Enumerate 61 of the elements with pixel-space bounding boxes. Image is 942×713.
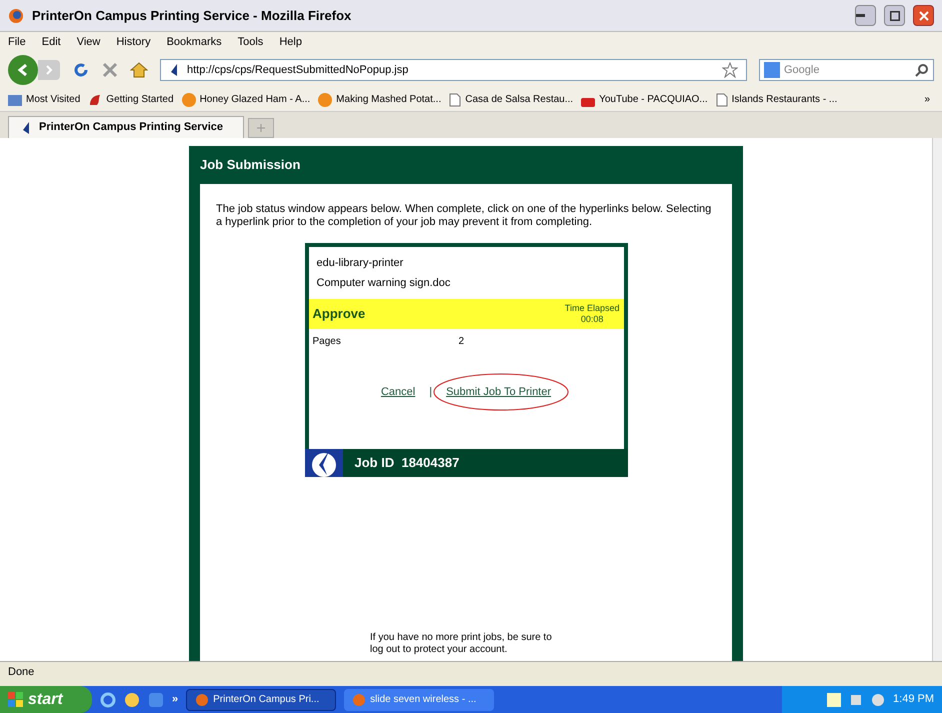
taskbar-button[interactable]: slide seven wireless - ... bbox=[344, 688, 494, 710]
menu-item[interactable]: View bbox=[76, 34, 100, 50]
menu-item[interactable]: History bbox=[116, 34, 151, 50]
menu-item[interactable]: Tools bbox=[238, 34, 264, 50]
search-field[interactable]: Google bbox=[784, 62, 911, 78]
stop-icon[interactable] bbox=[102, 62, 118, 78]
printer-name: edu-library-printer bbox=[316, 256, 404, 271]
bookmark-item[interactable]: YouTube - PACQUIAO... bbox=[581, 92, 708, 107]
pages-value: 2 bbox=[458, 335, 464, 349]
more-bookmarks-button[interactable]: » bbox=[924, 92, 930, 107]
home-icon[interactable] bbox=[130, 62, 148, 78]
instructions-text: The job status window appears below. When complete, click on one of the hyperlinks below. Selecting a hyperlink prior to the completion of your job may prevent it from completing. bbox=[216, 203, 712, 229]
elapsed-label: Time Elapsed bbox=[564, 303, 620, 314]
minimize-button[interactable] bbox=[855, 5, 876, 26]
menu-item[interactable]: Edit bbox=[42, 34, 61, 50]
circle-icon bbox=[182, 92, 196, 106]
search-box[interactable]: Google bbox=[759, 59, 934, 81]
back-button[interactable] bbox=[8, 55, 38, 85]
site-icon bbox=[169, 64, 179, 76]
document-name: Computer warning sign.doc bbox=[316, 276, 452, 290]
page-icon bbox=[449, 92, 462, 106]
job-id: Job ID 18404387 bbox=[354, 454, 460, 472]
site-icon bbox=[21, 122, 31, 134]
bookmark-item[interactable]: Casa de Salsa Restau... bbox=[449, 92, 574, 107]
page-icon bbox=[716, 92, 728, 106]
menu-item[interactable]: File bbox=[8, 34, 26, 50]
more-quicklaunch-button[interactable]: » bbox=[172, 691, 178, 708]
link-separator: | bbox=[429, 384, 432, 400]
app-icon bbox=[352, 692, 366, 706]
star-icon[interactable] bbox=[722, 62, 738, 78]
clock: 1:49 PM bbox=[893, 692, 934, 708]
address-field[interactable]: http://cps/cps/RequestSubmittedNoPopup.jsp bbox=[160, 59, 747, 81]
close-icon bbox=[918, 10, 928, 20]
reload-icon[interactable] bbox=[72, 61, 90, 79]
panel-heading: Job Submission bbox=[200, 156, 302, 174]
circle-icon bbox=[318, 92, 332, 106]
cancel-link[interactable]: Cancel bbox=[380, 384, 416, 400]
bookmark-item[interactable]: Making Mashed Potat... bbox=[318, 92, 442, 107]
vertical-scrollbar[interactable] bbox=[932, 138, 942, 661]
minimize-icon bbox=[856, 14, 865, 17]
maximize-icon bbox=[890, 10, 900, 20]
logout-note: If you have no more print jobs, be sure to log out to protect your account. bbox=[370, 632, 553, 656]
window-title: PrinterOn Campus Printing Service - Mozilla Firefox bbox=[32, 6, 352, 25]
job-status: Approve bbox=[312, 305, 366, 324]
bookmark-item[interactable]: Getting Started bbox=[88, 92, 174, 107]
bookmark-item[interactable]: Most Visited bbox=[8, 92, 80, 107]
plus-icon bbox=[257, 124, 265, 132]
maximize-button[interactable] bbox=[884, 5, 905, 26]
bookmark-item[interactable]: Honey Glazed Ham - A... bbox=[182, 92, 310, 107]
app-icon bbox=[195, 692, 210, 706]
elapsed-time: 00:08 bbox=[580, 314, 604, 325]
menu-item[interactable]: Help bbox=[279, 34, 302, 50]
menu-item[interactable]: Bookmarks bbox=[166, 34, 222, 50]
start-button[interactable]: start bbox=[0, 686, 92, 713]
bookmark-item[interactable]: Islands Restaurants - ... bbox=[716, 92, 838, 107]
browser-tab[interactable]: PrinterOn Campus Printing Service bbox=[8, 116, 244, 138]
pages-label: Pages bbox=[312, 335, 342, 349]
taskbar-button[interactable]: PrinterOn Campus Pri... bbox=[186, 688, 336, 710]
close-button[interactable] bbox=[913, 5, 934, 26]
new-tab-button[interactable] bbox=[248, 118, 274, 138]
search-icon[interactable] bbox=[915, 63, 929, 77]
